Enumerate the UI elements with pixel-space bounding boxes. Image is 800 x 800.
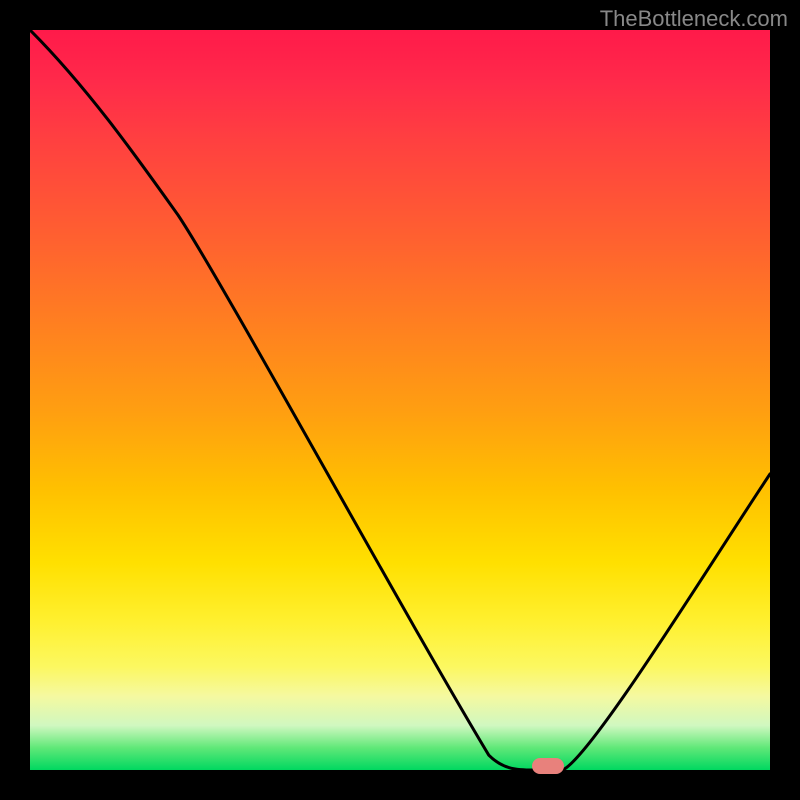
curve-svg bbox=[30, 30, 770, 770]
optimal-marker bbox=[532, 758, 564, 774]
chart-container: TheBottleneck.com bbox=[0, 0, 800, 800]
plot-area bbox=[30, 30, 770, 770]
bottleneck-curve-path bbox=[30, 30, 770, 770]
watermark-text: TheBottleneck.com bbox=[600, 6, 788, 32]
